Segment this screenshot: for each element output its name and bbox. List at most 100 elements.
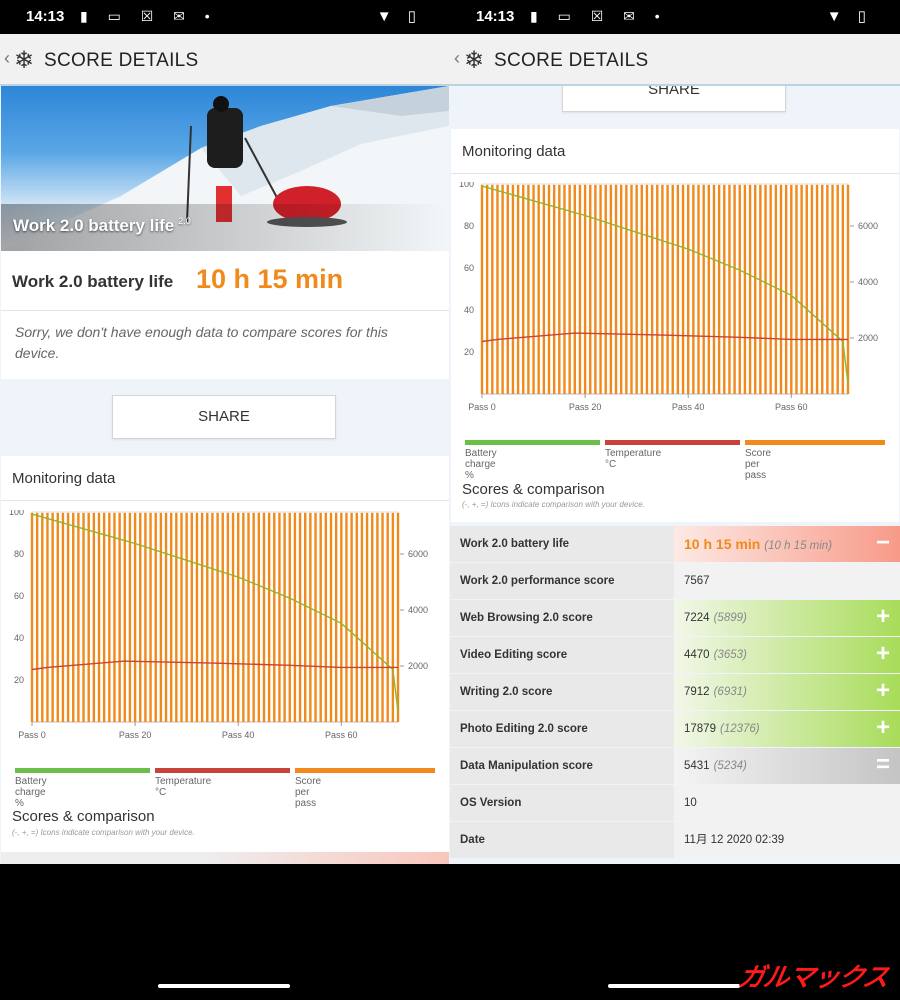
score-bar <box>645 184 649 394</box>
score-bar <box>516 184 520 394</box>
page-title: SCORE DETAILS <box>44 50 199 71</box>
score-bar <box>324 512 328 722</box>
monitoring-title: Monitoring data <box>12 470 116 487</box>
score-bar <box>527 184 530 394</box>
back-chevron-icon[interactable]: ‹ <box>4 48 10 69</box>
plot-area <box>31 511 399 723</box>
score-bar <box>522 184 525 394</box>
back-chevron-icon[interactable]: ‹ <box>454 48 460 69</box>
score-bar <box>661 184 664 394</box>
result-value: 10 h 15 min <box>196 264 344 294</box>
score-bar <box>216 512 219 722</box>
score-bar <box>630 184 633 394</box>
score-bar <box>790 184 793 394</box>
plus-icon: + <box>875 714 890 741</box>
left-tick-label: 20 <box>14 675 24 685</box>
score-bar <box>164 512 168 722</box>
app-bar: ‹ ❄ SCORE DETAILS <box>0 34 450 86</box>
score-bar <box>211 512 214 722</box>
score-bar <box>92 512 96 722</box>
scroll-content[interactable]: SHARE Monitoring data 100 80 60 40 20 6000 400… <box>450 86 900 864</box>
score-bar <box>56 512 59 722</box>
score-bar <box>491 184 494 394</box>
score-bar <box>391 512 395 722</box>
scores-table: Work 2.0 battery life 10 h 15 min (10 h 1… <box>450 526 900 864</box>
share-button[interactable]: SHARE <box>112 395 336 439</box>
score-bar <box>221 512 224 722</box>
score-bar <box>278 512 281 722</box>
score-bar <box>206 512 209 722</box>
score-bar <box>247 512 250 722</box>
scores-subtitle: (-, +, =) Icons indicate comparison with… <box>12 828 195 837</box>
left-tick-label: 40 <box>14 633 24 643</box>
nav-handle[interactable] <box>158 984 290 988</box>
score-bar <box>625 184 628 394</box>
score-bar <box>681 184 685 394</box>
score-bar <box>304 512 307 722</box>
x-tick-label: Pass 40 <box>222 730 255 740</box>
score-bar <box>345 512 348 722</box>
scroll-content[interactable]: Work 2.0 battery life 2.0 Work 2.0 batter… <box>0 86 450 864</box>
score-bar <box>712 184 716 394</box>
share-button[interactable]: SHARE <box>562 86 786 112</box>
score-bar <box>485 184 489 394</box>
left-tick-label: 100 <box>459 182 474 189</box>
right-tick-label: 6000 <box>408 549 428 559</box>
nav-handle[interactable] <box>608 984 740 988</box>
score-bar <box>396 512 400 722</box>
minus-icon: − <box>875 529 890 556</box>
left-tick-label: 60 <box>464 263 474 273</box>
score-bar <box>149 512 152 722</box>
left-tick-label: 40 <box>464 305 474 315</box>
score-bar <box>537 184 540 394</box>
score-bar <box>185 512 188 722</box>
score-bar <box>831 184 834 394</box>
table-row: Video Editing score 4470 (3653) + <box>450 637 900 673</box>
score-bar <box>66 512 70 722</box>
table-row: Work 2.0 performance score 7567 <box>450 563 900 599</box>
right-tick-label: 6000 <box>858 221 878 231</box>
score-bar <box>480 184 484 394</box>
status-bar: 14:13 ▮ ▭ ☒ ✉ • ▼ ▯ <box>450 0 900 34</box>
right-tick-label: 4000 <box>408 605 428 615</box>
score-bar <box>836 184 839 394</box>
score-bar <box>118 512 121 722</box>
score-bar <box>355 512 358 722</box>
clock: 14:13 <box>26 8 65 25</box>
score-bar <box>640 184 644 394</box>
right-screen: 14:13 ▮ ▭ ☒ ✉ • ▼ ▯ ‹ ❄ SCORE DETAILS SH… <box>450 0 900 1000</box>
score-bar <box>666 184 669 394</box>
score-bar <box>340 512 343 722</box>
score-bar <box>547 184 551 394</box>
score-bar <box>723 184 726 394</box>
score-bar <box>702 184 705 394</box>
x-tick-label: Pass 40 <box>672 402 705 412</box>
score-bar <box>810 184 814 394</box>
score-bar <box>334 512 338 722</box>
score-bar <box>144 512 147 722</box>
score-bar <box>697 184 700 394</box>
left-tick-label: 100 <box>9 510 24 517</box>
score-bar <box>200 512 204 722</box>
score-bar <box>51 512 54 722</box>
table-row: Work 2.0 battery life 10 h 15 min (10 h 1… <box>450 526 900 562</box>
page-title: SCORE DETAILS <box>494 50 649 71</box>
score-bar <box>578 184 582 394</box>
score-bar <box>826 184 829 394</box>
score-bar <box>262 512 266 722</box>
score-bar <box>371 512 374 722</box>
score-bar <box>656 184 659 394</box>
score-bar <box>759 184 762 394</box>
score-bar <box>542 184 546 394</box>
score-bar <box>748 184 752 394</box>
score-bar <box>190 512 194 722</box>
score-bar <box>604 184 607 394</box>
score-bar <box>123 512 126 722</box>
score-bar <box>676 184 680 394</box>
score-bar <box>102 512 106 722</box>
score-bar <box>267 512 271 722</box>
x-tick-label: Pass 0 <box>18 730 46 740</box>
score-bar <box>846 184 850 394</box>
plus-icon: + <box>875 677 890 704</box>
score-bar <box>108 512 111 722</box>
